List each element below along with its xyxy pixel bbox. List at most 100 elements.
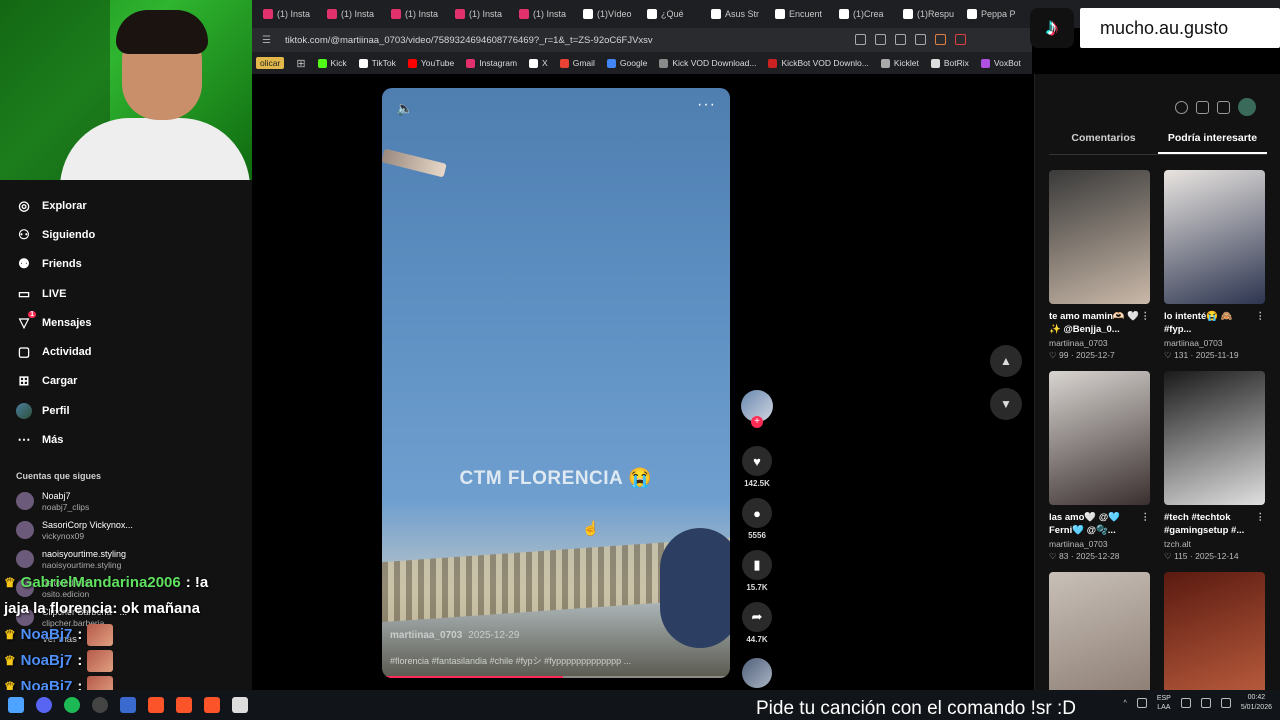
user-avatar[interactable] <box>1238 98 1256 116</box>
bookmark-item[interactable]: Kicklet <box>880 58 919 68</box>
browser-tab[interactable]: (1) Insta <box>386 3 448 25</box>
bookmark-item[interactable]: Kick <box>317 58 347 68</box>
cast-icon[interactable] <box>875 34 886 45</box>
browser-tab[interactable]: (1) Insta <box>258 3 320 25</box>
bookmark-icon[interactable]: ▮ <box>742 550 772 580</box>
address-bar[interactable]: ☰ tiktok.com/@martiinaa_0703/video/75893… <box>252 28 1032 52</box>
video-thumbnail[interactable] <box>1049 371 1150 505</box>
recommended-video-card[interactable] <box>1164 572 1265 706</box>
browser-tab[interactable]: ¿Qué <box>642 3 704 25</box>
followed-account[interactable]: Noabj7 noabj7_clips <box>0 487 252 516</box>
sidebar-item-perfil[interactable]: Perfil <box>0 396 252 425</box>
bookmark-item[interactable]: olicar <box>256 57 285 69</box>
bookmark-item[interactable]: Google <box>606 58 647 68</box>
recommended-video-card[interactable]: las amo🤍 @🩵 Ferni🩵 @🫧... ⋮ martiinaa_0703 ♡… <box>1049 371 1150 562</box>
card-more-icon[interactable]: ⋮ <box>1141 511 1151 524</box>
sidebar-item-explorar[interactable]: ◎ Explorar <box>0 191 252 220</box>
sidebar-item-más[interactable]: ⋯ Más <box>0 425 252 454</box>
sidebar-item-siguiendo[interactable]: ⚇ Siguiendo <box>0 220 252 249</box>
share-icon[interactable] <box>915 34 926 45</box>
battery-icon[interactable] <box>1220 698 1231 708</box>
video-thumbnail[interactable] <box>1049 170 1150 304</box>
app-icon[interactable] <box>120 697 136 713</box>
star-icon[interactable] <box>935 34 946 45</box>
browser-tab[interactable]: (1) Insta <box>322 3 384 25</box>
bookmark-item[interactable]: BotRix <box>930 58 969 68</box>
chevron-up-icon[interactable]: ▲ <box>990 345 1022 377</box>
volume-tray-icon[interactable] <box>1200 698 1211 708</box>
eye-off-icon[interactable] <box>855 34 866 45</box>
sidebar-item-live[interactable]: ▭ LIVE <box>0 279 252 308</box>
sidebar-item-cargar[interactable]: ⊞ Cargar <box>0 367 252 396</box>
browser-tab[interactable]: (1) Insta <box>514 3 576 25</box>
compass-small-icon[interactable] <box>1175 100 1188 114</box>
tab-recommended[interactable]: Podría interesarte <box>1158 132 1267 154</box>
url-text[interactable]: tiktok.com/@martiinaa_0703/video/7589324… <box>285 35 653 46</box>
tab-comments[interactable]: Comentarios <box>1049 132 1158 154</box>
bookmark-item[interactable]: Kick VOD Download... <box>659 58 756 68</box>
browser-tab[interactable]: Asus Str <box>706 3 768 25</box>
browser-tab[interactable]: (1)Crea <box>834 3 896 25</box>
video-progress-bar[interactable] <box>382 676 730 678</box>
card-more-icon[interactable]: ⋮ <box>1141 310 1151 323</box>
video-author[interactable]: martiinaa_0703 2025-12-29 <box>390 630 519 641</box>
download-icon[interactable] <box>1217 100 1230 114</box>
sidebar-item-mensajes[interactable]: ▽ 1 Mensajes <box>0 308 252 337</box>
video-player[interactable]: 🔈 ··· CTM FLORENCIA 😭 martiinaa_0703 2025… <box>382 88 730 678</box>
bookmark-item[interactable]: Instagram <box>466 58 517 68</box>
network-icon[interactable] <box>1180 698 1191 708</box>
browser-tab[interactable]: (1)Vídeo <box>578 3 640 25</box>
card-user[interactable]: martiinaa_0703 <box>1049 539 1150 549</box>
video-thumbnail[interactable] <box>1164 371 1265 505</box>
recommended-video-card[interactable] <box>1049 572 1150 706</box>
card-more-icon[interactable]: ⋮ <box>1256 511 1266 524</box>
video-thumbnail[interactable] <box>1049 572 1150 706</box>
chevron-up-tray-icon[interactable]: ^ <box>1124 700 1127 707</box>
bookmark-item[interactable]: YouTube <box>407 58 454 68</box>
file-icon[interactable] <box>232 697 248 713</box>
clock[interactable]: 00:42 5/01/2026 <box>1241 693 1272 713</box>
card-more-icon[interactable]: ⋮ <box>1256 310 1266 323</box>
follow-plus-icon[interactable]: + <box>751 416 763 428</box>
discord-icon[interactable] <box>36 697 52 713</box>
volume-icon[interactable]: 🔈 <box>396 100 413 117</box>
apps-grid-icon[interactable]: ⊞ <box>296 57 305 70</box>
browser-tab[interactable]: Encuent <box>770 3 832 25</box>
video-description[interactable]: #florencia #fantasilandia #chile #fypシ #… <box>390 654 631 667</box>
card-user[interactable]: martiinaa_0703 <box>1049 338 1150 348</box>
recommended-video-card[interactable]: lo intenté😭 🙈 #fyp... ⋮ martiinaa_0703 ♡ 13… <box>1164 170 1265 361</box>
tune-icon[interactable]: ☰ <box>262 35 271 46</box>
chevron-down-icon[interactable]: ▼ <box>990 388 1022 420</box>
obs-icon[interactable] <box>92 697 108 713</box>
mic-icon[interactable] <box>1136 698 1147 708</box>
windows-start-icon[interactable] <box>8 697 24 713</box>
brave-browser-icon-2[interactable] <box>176 697 192 713</box>
comment-icon[interactable]: ● <box>742 498 772 528</box>
recommended-video-card[interactable]: te amo mamin🫶🏻 🤍 ✨ @Benjja_0... ⋮ martiina… <box>1049 170 1150 361</box>
browser-tab[interactable]: (1)Respu <box>898 3 960 25</box>
phone-icon[interactable] <box>1196 100 1209 114</box>
followed-account[interactable]: SasoriCorp Vickynox... vickynox09 <box>0 516 252 545</box>
bookmark-item[interactable]: X <box>529 58 548 68</box>
bookmark-item[interactable]: TikTok <box>358 58 396 68</box>
language-indicator[interactable]: ESP LAA <box>1157 694 1171 712</box>
bookmark-item[interactable]: Gmail <box>559 58 595 68</box>
bookmark-item[interactable]: KickBot VOD Downlo... <box>768 58 869 68</box>
video-thumbnail[interactable] <box>1164 170 1265 304</box>
more-options-icon[interactable]: ··· <box>697 96 716 114</box>
like-heart-icon[interactable]: ♥ <box>742 446 772 476</box>
browser-tab[interactable]: (1) Insta <box>450 3 512 25</box>
card-user[interactable]: martiinaa_0703 <box>1164 338 1265 348</box>
spotify-icon[interactable] <box>64 697 80 713</box>
sidebar-item-actividad[interactable]: ▢ Actividad <box>0 337 252 366</box>
sidebar-item-friends[interactable]: ⚉ Friends <box>0 250 252 279</box>
brave-rewards-icon[interactable] <box>955 34 966 45</box>
creator-avatar[interactable]: + <box>741 390 773 428</box>
video-thumbnail[interactable] <box>1164 572 1265 706</box>
music-disc-icon[interactable] <box>742 658 772 688</box>
recommended-video-card[interactable]: #tech #techtok #gamingsetup #... ⋮ tzch.al… <box>1164 371 1265 562</box>
share-arrow-icon[interactable]: ➦ <box>742 602 772 632</box>
browser-tab[interactable]: Peppa P <box>962 3 1024 25</box>
zoom-icon[interactable] <box>895 34 906 45</box>
brave-browser-icon-3[interactable] <box>204 697 220 713</box>
